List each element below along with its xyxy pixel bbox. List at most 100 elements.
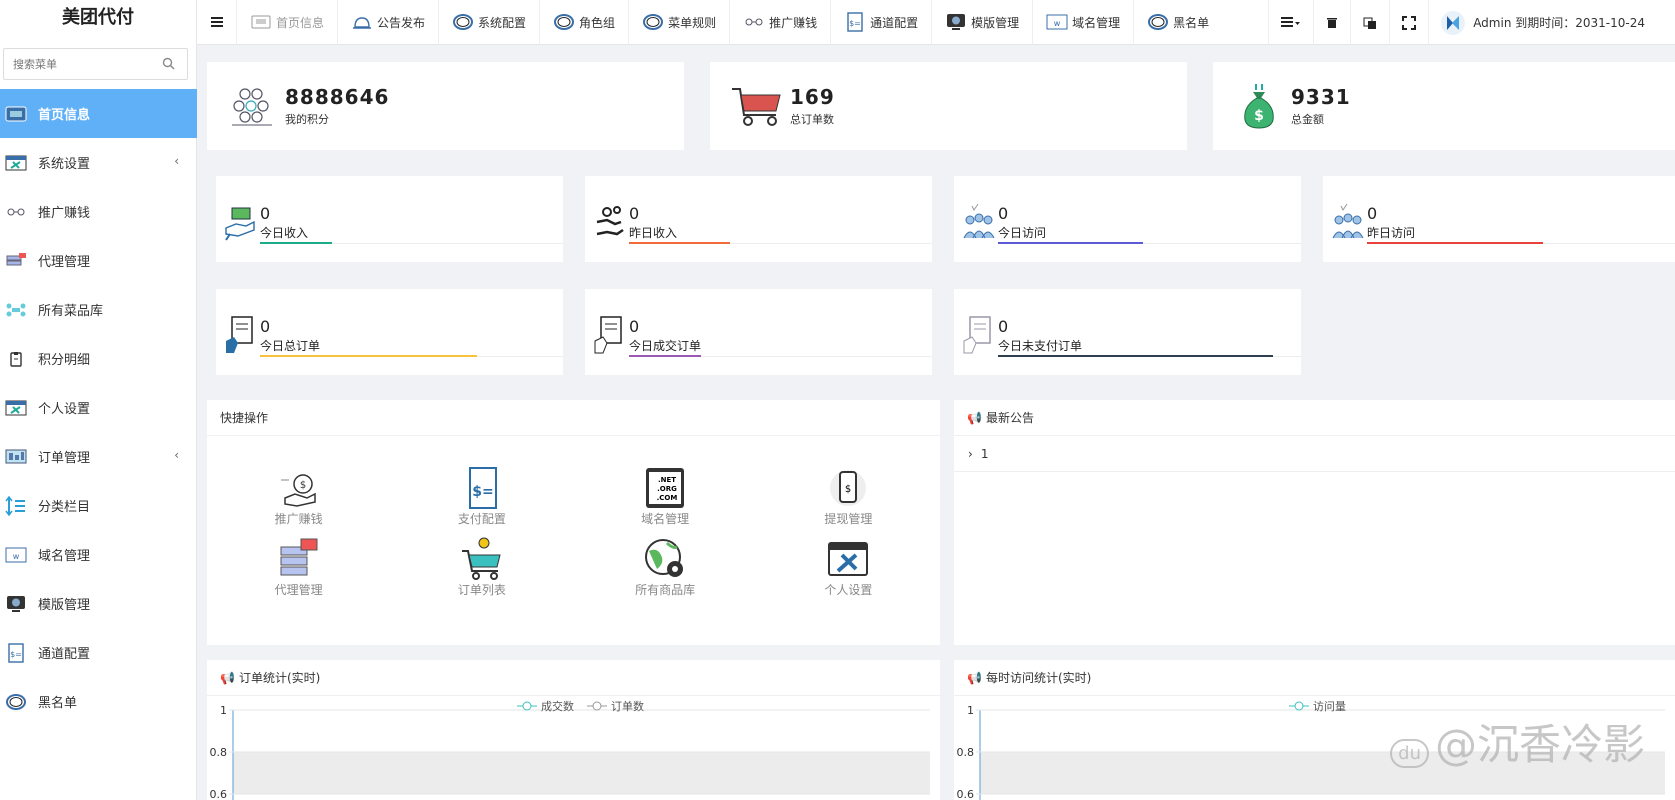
list-dropdown-icon[interactable] xyxy=(1268,0,1313,45)
sidebar-item-all-dishes[interactable]: 所有菜品库 xyxy=(0,285,197,334)
bill-icon: $= xyxy=(844,12,866,32)
sidebar-item-label: 订单管理 xyxy=(38,451,91,466)
money-hand-icon: $ xyxy=(280,474,316,507)
quick-label: 提现管理 xyxy=(824,512,873,526)
stat-label: 今日未支付订单 xyxy=(998,339,1083,353)
amount-label: 总金额 xyxy=(1291,113,1324,126)
legend-marker xyxy=(522,701,532,711)
people-icon xyxy=(963,203,995,239)
sidebar-item-blacklist[interactable]: 黑名单 xyxy=(0,677,197,726)
quick-payment-config[interactable]: $= 支付配置 xyxy=(390,466,573,527)
stat-card-today-visits: 0 今日访问 xyxy=(954,176,1301,262)
tab-label: 角色组 xyxy=(579,15,616,30)
sidebar-item-label: 个人设置 xyxy=(38,402,91,417)
tab-system-config[interactable]: 系统配置 xyxy=(439,0,541,45)
quick-withdrawal-management[interactable]: $ 提现管理 xyxy=(757,466,940,527)
tab-promotion[interactable]: 推广赚钱 xyxy=(730,0,832,45)
quick-domain-management[interactable]: .NET .ORG .COM 域名管理 xyxy=(574,466,757,527)
tab-role-group[interactable]: 角色组 xyxy=(540,0,630,45)
topbar-right-tools: Admin 到期时间：2031-10-24 xyxy=(1268,0,1675,45)
tab-home[interactable]: 首页信息 xyxy=(237,0,339,45)
stat-value: 0 xyxy=(260,204,271,223)
svg-text:$: $ xyxy=(845,484,851,495)
hand-money-icon xyxy=(225,207,255,241)
chevron-left-icon[interactable]: ‹ xyxy=(174,448,179,462)
menu-search-input[interactable] xyxy=(4,49,154,79)
tab-menu-rules[interactable]: 菜单规则 xyxy=(629,0,731,45)
order-doc-icon xyxy=(594,316,622,354)
y-tick-label: 0.6 xyxy=(210,788,228,800)
stat-value: 0 xyxy=(260,317,271,336)
fullscreen-icon[interactable] xyxy=(1389,0,1428,45)
tab-label: 黑名单 xyxy=(1173,15,1210,30)
stat-label: 今日总订单 xyxy=(260,339,321,353)
tab-label: 通道配置 xyxy=(870,15,919,30)
stat-value: 0 xyxy=(1367,204,1378,223)
quick-actions-panel: 快捷操作 $ 推广赚钱 $= 支付配置 .NET .ORG .COM 域名管理 $ … xyxy=(207,400,940,645)
stat-progress-line xyxy=(998,242,1143,244)
sidebar: 美团代付 首页信息 系统设置 ‹ 推广赚钱 代理管理 所有菜品库 积分明细 xyxy=(0,0,197,800)
user-info[interactable]: Admin 到期时间：2031-10-24 xyxy=(1428,0,1675,45)
sort-icon xyxy=(4,495,28,516)
sidebar-item-promotion[interactable]: 推广赚钱 xyxy=(0,187,197,236)
stat-card-yesterday-income: 0 昨日收入 xyxy=(585,176,932,262)
chevron-left-icon[interactable]: ‹ xyxy=(174,154,179,168)
bell-icon xyxy=(351,13,373,31)
hamburger-menu-icon[interactable] xyxy=(197,0,237,45)
tab-channel-config[interactable]: $= 通道配置 xyxy=(831,0,933,45)
quick-label: 域名管理 xyxy=(641,512,690,526)
quick-order-list[interactable]: 订单列表 xyxy=(390,537,573,598)
legend-label: 订单数 xyxy=(611,700,644,713)
sidebar-item-label: 通道配置 xyxy=(38,647,91,662)
quick-agent-management[interactable]: 代理管理 xyxy=(207,537,390,598)
sidebar-item-template-management[interactable]: 模版管理 xyxy=(0,579,197,628)
sidebar-item-categories[interactable]: 分类栏目 xyxy=(0,481,197,530)
quick-personal-settings[interactable]: 个人设置 xyxy=(757,537,940,598)
ring-icon xyxy=(4,692,28,712)
stat-progress-line xyxy=(1367,242,1543,244)
sidebar-item-agent-management[interactable]: 代理管理 xyxy=(0,236,197,285)
notice-item[interactable]: › 1 xyxy=(954,436,1675,472)
sidebar-menu: 首页信息 系统设置 ‹ 推广赚钱 代理管理 所有菜品库 积分明细 个人设置 订单… xyxy=(0,89,197,726)
clipboard-icon xyxy=(4,349,28,369)
visit-chart-title: 每时访问统计(实时) xyxy=(985,671,1092,685)
stat-progress-line xyxy=(260,355,477,357)
tools-icon xyxy=(4,398,28,418)
stat-card-yesterday-visits: 0 昨日访问 xyxy=(1323,176,1675,262)
sidebar-item-home[interactable]: 首页信息 xyxy=(0,89,197,138)
sidebar-item-personal-settings[interactable]: 个人设置 xyxy=(0,383,197,432)
language-icon[interactable] xyxy=(1350,0,1389,45)
tab-domain-management[interactable]: w 域名管理 xyxy=(1033,0,1135,45)
sidebar-item-label: 积分明细 xyxy=(38,353,91,368)
amount-value: 9331 xyxy=(1291,85,1351,109)
stat-value: 0 xyxy=(629,317,640,336)
sidebar-item-channel-config[interactable]: $= 通道配置 xyxy=(0,628,197,677)
sidebar-item-domain-management[interactable]: w 域名管理 xyxy=(0,530,197,579)
sidebar-item-label: 黑名单 xyxy=(38,696,78,711)
sidebar-item-points-detail[interactable]: 积分明细 xyxy=(0,334,197,383)
sidebar-item-system-settings[interactable]: 系统设置 ‹ xyxy=(0,138,197,187)
tab-blacklist[interactable]: 黑名单 xyxy=(1134,0,1222,45)
menu-search-box[interactable] xyxy=(3,48,188,80)
quick-promotion[interactable]: $ 推广赚钱 xyxy=(207,466,390,527)
tab-template-management[interactable]: 模版管理 xyxy=(932,0,1034,45)
order-chart-panel: 📢 订单统计(实时) 1 0.8 0.6 成交数 订单数 xyxy=(207,660,940,800)
template-icon xyxy=(4,594,28,614)
search-icon[interactable] xyxy=(161,56,177,72)
stat-progress-line xyxy=(629,355,701,357)
tab-announcement[interactable]: 公告发布 xyxy=(338,0,440,45)
sidebar-item-order-management[interactable]: 订单管理 ‹ xyxy=(0,432,197,481)
sidebar-item-label: 模版管理 xyxy=(38,598,91,613)
network-icon xyxy=(4,300,28,320)
svg-text:w: w xyxy=(1054,19,1061,28)
quick-all-products[interactable]: 所有商品库 xyxy=(574,537,757,598)
stat-card-today-unpaid-orders: 0 今日未支付订单 xyxy=(954,289,1301,375)
trash-icon[interactable] xyxy=(1313,0,1350,45)
quick-actions-grid: $ 推广赚钱 $= 支付配置 .NET .ORG .COM 域名管理 $ 提现管理 … xyxy=(207,436,940,598)
ring-icon xyxy=(553,13,575,31)
cart-icon xyxy=(732,88,781,126)
svg-text:.ORG: .ORG xyxy=(657,485,677,493)
points-label: 我的积分 xyxy=(285,113,329,126)
orders-label: 总订单数 xyxy=(790,113,834,126)
visit-chart-header: 📢 每时访问统计(实时) xyxy=(954,660,1675,696)
